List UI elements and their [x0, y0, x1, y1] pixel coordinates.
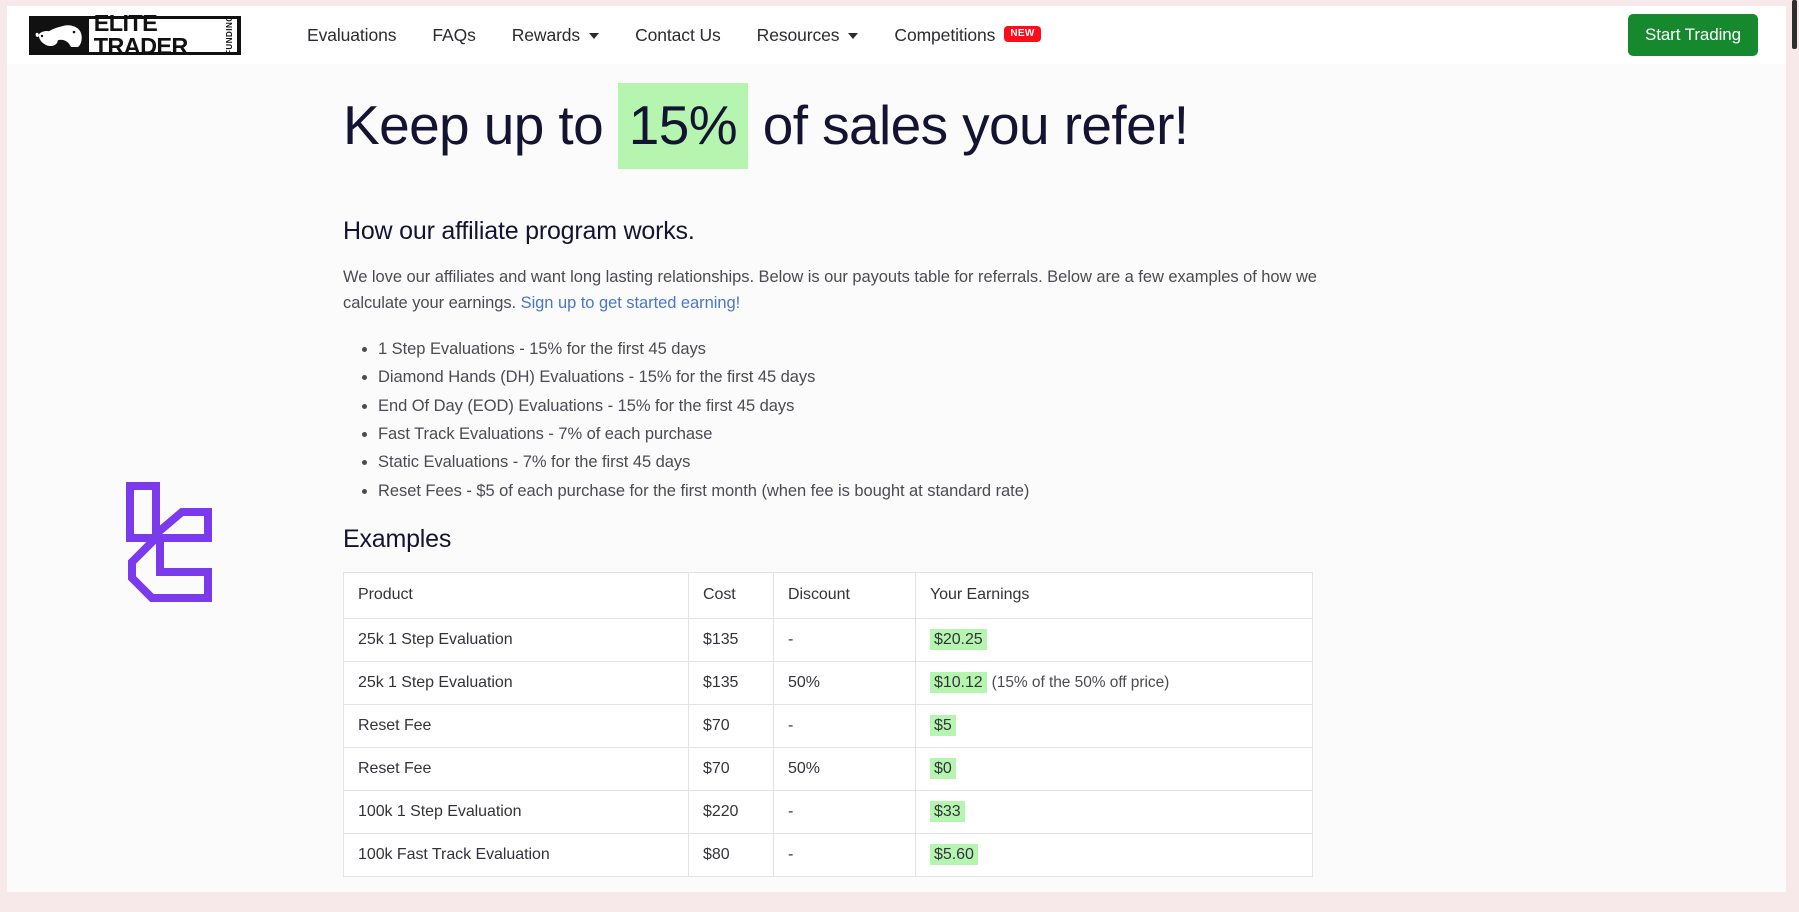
table-row: 25k 1 Step Evaluation $135 50% $10.12 (15… — [343, 660, 1313, 705]
cell-earnings: $20.25 — [915, 617, 1313, 662]
cell-discount: - — [773, 617, 916, 662]
intro-text: We love our affiliates and want long las… — [343, 267, 1317, 313]
main-content: Keep up to 15% of sales you refer! How o… — [343, 64, 1343, 877]
page-title: Keep up to 15% of sales you refer! — [343, 83, 1343, 169]
start-trading-button[interactable]: Start Trading — [1627, 14, 1758, 56]
lc-monogram-logo — [126, 482, 212, 602]
cell-product: 100k 1 Step Evaluation — [343, 789, 689, 834]
cell-discount: - — [773, 832, 916, 877]
cell-product: 25k 1 Step Evaluation — [343, 617, 689, 662]
list-item: End Of Day (EOD) Evaluations - 15% for t… — [378, 396, 1343, 417]
cell-earnings: $5 — [915, 703, 1313, 748]
cell-cost: $135 — [688, 617, 774, 662]
cell-product: 25k 1 Step Evaluation — [343, 660, 689, 705]
bull-bear-icon — [33, 18, 89, 52]
table-row: 25k 1 Step Evaluation $135 - $20.25 — [343, 617, 1313, 662]
cell-cost: $135 — [688, 660, 774, 705]
payouts-list: 1 Step Evaluations - 15% for the first 4… — [343, 339, 1343, 502]
cell-discount: - — [773, 789, 916, 834]
brand-wordmark: ELITE TRADER FUNDING — [89, 12, 237, 58]
table-row: 100k 1 Step Evaluation $220 - $33 — [343, 789, 1313, 834]
chevron-down-icon — [589, 33, 600, 39]
cell-cost: $80 — [688, 832, 774, 877]
section-intro-paragraph: We love our affiliates and want long las… — [343, 264, 1318, 317]
list-item: Fast Track Evaluations - 7% of each purc… — [378, 424, 1343, 445]
hero-text-after: of sales you refer! — [762, 94, 1189, 156]
earnings-value: $20.25 — [930, 628, 987, 650]
nav-item-contact-us[interactable]: Contact Us — [635, 25, 721, 46]
list-item: 1 Step Evaluations - 15% for the first 4… — [378, 339, 1343, 360]
nav-item-faqs[interactable]: FAQs — [432, 25, 475, 46]
hero-highlight-percent: 15% — [617, 83, 749, 169]
cell-cost: $70 — [688, 703, 774, 748]
cell-discount: - — [773, 703, 916, 748]
column-header-product: Product — [343, 571, 689, 619]
table-header-row: Product Cost Discount Your Earnings — [343, 571, 1313, 619]
table-row: Reset Fee $70 50% $0 — [343, 746, 1313, 791]
new-badge: NEW — [1004, 26, 1041, 42]
nav-label-evaluations: Evaluations — [307, 24, 397, 45]
earnings-value: $0 — [930, 757, 956, 779]
earnings-value: $33 — [930, 800, 965, 822]
earnings-note: (15% of the 50% off price) — [991, 673, 1170, 691]
browser-viewport: ELITE TRADER FUNDING Evaluations FAQs Re… — [0, 0, 1799, 912]
signup-link[interactable]: Sign up to get started earning! — [521, 294, 741, 312]
cell-earnings: $0 — [915, 746, 1313, 791]
brand-subname: FUNDING — [225, 15, 234, 55]
column-header-discount: Discount — [773, 571, 916, 619]
header-cta-area: Start Trading — [1627, 14, 1758, 56]
cell-discount: 50% — [773, 746, 916, 791]
nav-label-competitions: Competitions — [894, 24, 996, 45]
cell-earnings: $5.60 — [915, 832, 1313, 877]
earnings-value: $10.12 — [930, 671, 987, 693]
nav-item-evaluations[interactable]: Evaluations — [307, 25, 396, 46]
brand-logo[interactable]: ELITE TRADER FUNDING — [29, 12, 241, 58]
cell-earnings: $33 — [915, 789, 1313, 834]
table-row: 100k Fast Track Evaluation $80 - $5.60 — [343, 832, 1313, 877]
cell-product: 100k Fast Track Evaluation — [343, 832, 689, 877]
nav-item-competitions[interactable]: Competitions NEW — [894, 24, 1041, 46]
cell-cost: $70 — [688, 746, 774, 791]
cell-product: Reset Fee — [343, 746, 689, 791]
page-body: Keep up to 15% of sales you refer! How o… — [7, 64, 1786, 892]
page-right-edge — [1790, 0, 1799, 912]
brand-name: ELITE TRADER — [93, 10, 189, 59]
main-navigation: Evaluations FAQs Rewards Contact Us Reso… — [307, 25, 1041, 46]
earnings-value: $5 — [930, 714, 956, 736]
nav-item-rewards[interactable]: Rewards — [511, 24, 600, 46]
hero-text-before: Keep up to — [343, 94, 604, 156]
column-header-earnings: Your Earnings — [915, 571, 1313, 619]
vertical-scrollbar[interactable] — [1792, 0, 1797, 49]
table-row: Reset Fee $70 - $5 — [343, 703, 1313, 748]
nav-label-rewards: Rewards — [511, 24, 581, 45]
list-item: Diamond Hands (DH) Evaluations - 15% for… — [378, 367, 1343, 388]
earnings-value: $5.60 — [930, 843, 978, 865]
nav-label-faqs: FAQs — [432, 24, 476, 45]
examples-table: Product Cost Discount Your Earnings 25k … — [343, 571, 1313, 877]
cell-discount: 50% — [773, 660, 916, 705]
chevron-down-icon — [848, 33, 859, 39]
nav-label-contact-us: Contact Us — [635, 24, 721, 45]
cell-cost: $220 — [688, 789, 774, 834]
list-item: Static Evaluations - 7% for the first 45… — [378, 452, 1343, 473]
nav-label-resources: Resources — [756, 24, 840, 45]
list-item: Reset Fees - $5 of each purchase for the… — [378, 481, 1343, 502]
site-header: ELITE TRADER FUNDING Evaluations FAQs Re… — [7, 6, 1786, 64]
page-bottom-edge — [0, 902, 1799, 912]
cell-earnings: $10.12 (15% of the 50% off price) — [915, 660, 1313, 705]
cell-product: Reset Fee — [343, 703, 689, 748]
examples-heading: Examples — [343, 524, 452, 553]
column-header-cost: Cost — [688, 571, 774, 619]
nav-item-resources[interactable]: Resources — [757, 25, 859, 46]
section-heading: How our affiliate program works. — [343, 216, 695, 245]
